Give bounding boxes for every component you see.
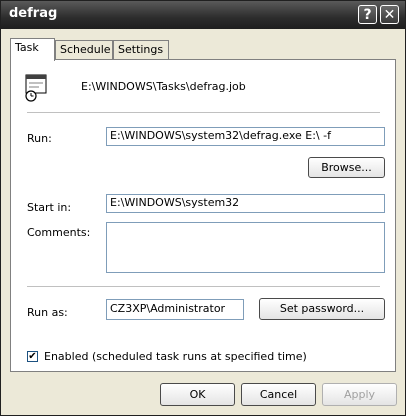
window-title: defrag [9,6,58,21]
cancel-button[interactable]: Cancel [241,383,316,406]
run-label: Run: [27,132,52,145]
task-job-icon [25,74,47,102]
browse-button[interactable]: Browse... [308,157,385,178]
tab-schedule-label: Schedule [60,43,111,56]
help-button[interactable]: ? [358,5,377,24]
checkmark-icon: ✔ [28,351,37,362]
tab-settings[interactable]: Settings [113,40,169,60]
job-path-text: E:\WINDOWS\Tasks\defrag.job [81,80,246,93]
enabled-checkbox[interactable]: ✔ [27,351,38,362]
run-as-input[interactable]: CZ3XP\Administrator [106,299,244,320]
comments-label: Comments: [27,226,91,239]
close-icon: ✕ [383,7,396,23]
divider-middle [27,286,380,287]
tab-task[interactable]: Task [10,38,55,61]
help-icon: ? [363,7,372,23]
divider-top [27,112,380,113]
task-properties-window: defrag ? ✕ Task Schedule Settings E:\WIN… [0,0,406,416]
comments-textarea[interactable] [106,222,385,273]
apply-button[interactable]: Apply [322,383,397,406]
start-in-input[interactable]: E:\WINDOWS\system32 [106,194,385,213]
tab-schedule[interactable]: Schedule [55,40,113,60]
tab-task-label: Task [15,41,39,54]
title-bar: defrag ? ✕ [1,1,405,29]
set-password-button[interactable]: Set password... [259,298,385,320]
task-tab-panel: E:\WINDOWS\Tasks\defrag.job Run: E:\WIND… [10,59,396,372]
tab-settings-label: Settings [118,43,164,56]
ok-button[interactable]: OK [160,383,235,406]
start-in-label: Start in: [27,201,72,214]
enabled-label: Enabled (scheduled task runs at specifie… [44,350,307,363]
run-as-label: Run as: [27,306,68,319]
run-input[interactable]: E:\WINDOWS\system32\defrag.exe E:\ -f [106,127,385,146]
close-button[interactable]: ✕ [380,5,399,24]
